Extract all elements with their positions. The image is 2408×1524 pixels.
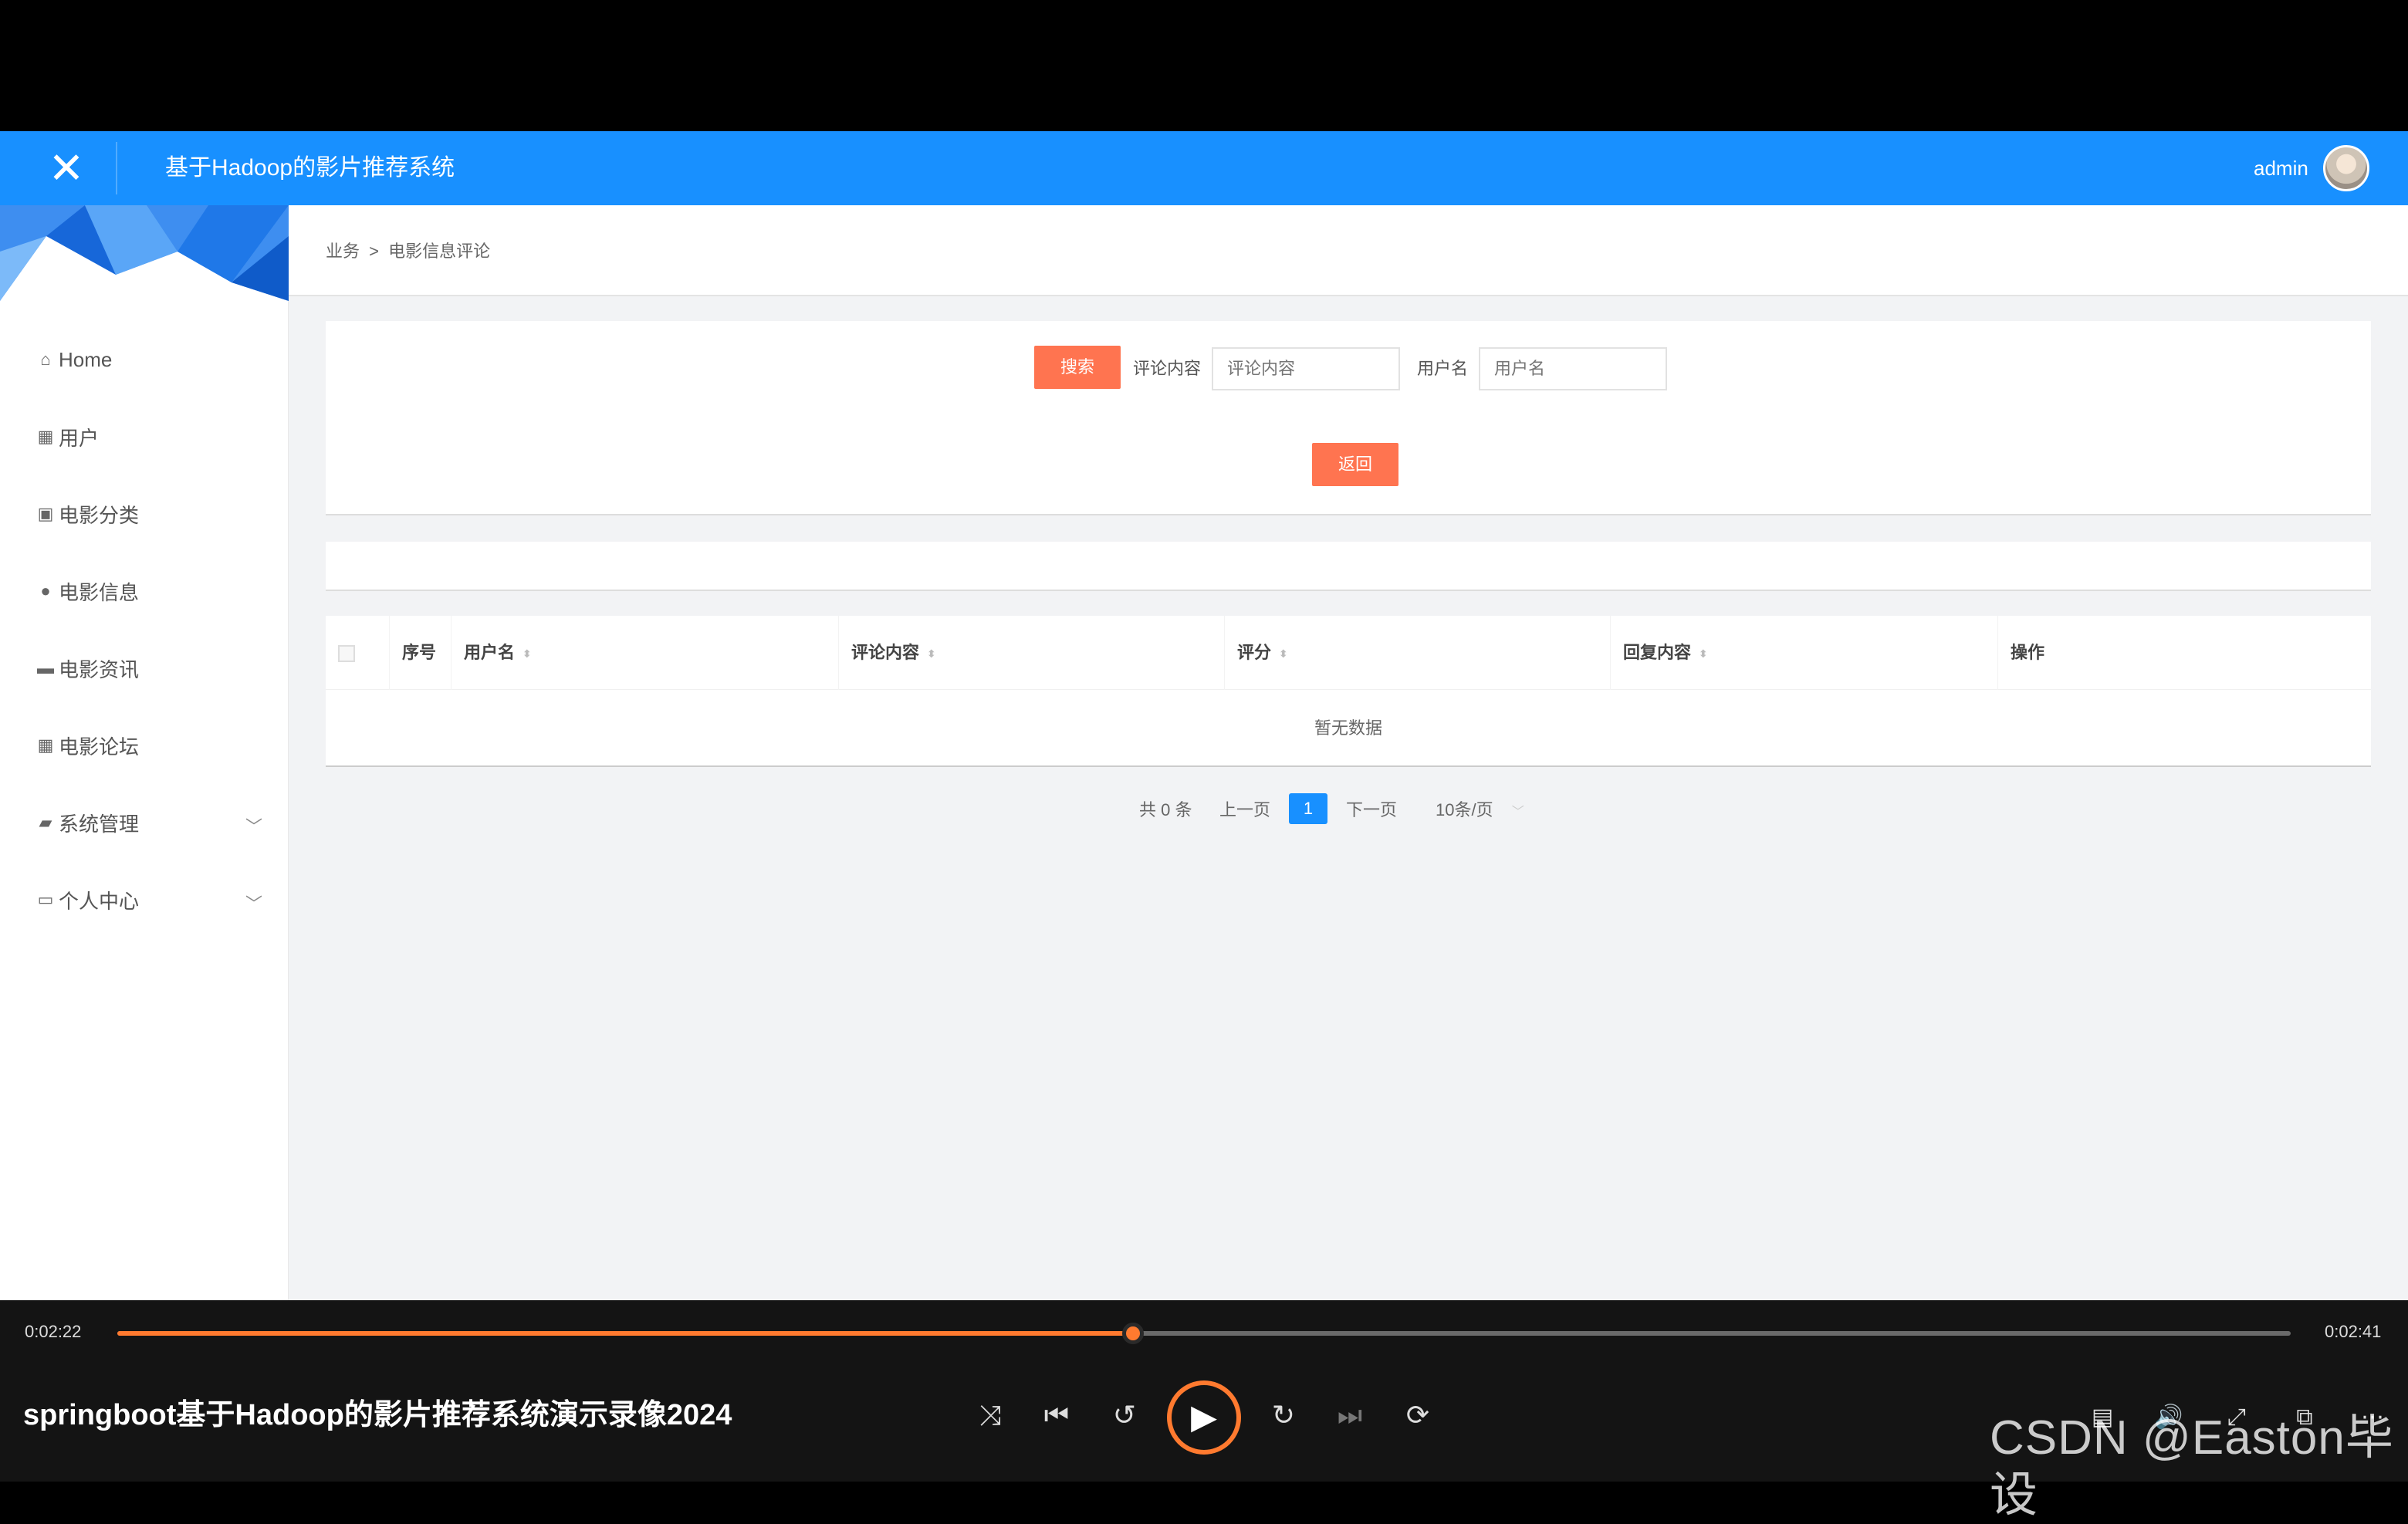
column-header-reply[interactable]: 回复内容 ⬍ (1610, 616, 1997, 690)
ticket-icon: ▰ (39, 813, 52, 832)
breadcrumb-bar: 业务 > 电影信息评论 (289, 205, 2408, 296)
select-all-checkbox[interactable] (338, 645, 355, 662)
pagination-page-current[interactable]: 1 (1289, 793, 1327, 824)
elapsed-time: 0:02:22 (25, 1322, 82, 1341)
forward-30-icon[interactable]: ↻ (1263, 1394, 1304, 1436)
sidebar-item-label: 系统管理 (59, 812, 140, 836)
toolbar-strip (326, 542, 2371, 591)
seek-bar-fill (117, 1331, 1133, 1336)
comment-input[interactable] (1212, 347, 1400, 390)
back-button[interactable]: 返回 (1312, 443, 1398, 486)
comment-label: 评论内容 (1133, 359, 1202, 378)
username-label: 用户名 (1417, 359, 1469, 378)
top-header: ✕ 基于Hadoop的影片推荐系统 admin (0, 131, 2408, 205)
column-header-label: 回复内容 (1623, 643, 1692, 662)
column-header-username[interactable]: 用户名 ⬍ (451, 616, 838, 690)
card-icon: ▭ (37, 890, 54, 909)
total-duration: 0:02:41 (2325, 1322, 2382, 1341)
grid-icon: ▦ (37, 735, 54, 755)
briefcase-icon: ▬ (37, 658, 54, 678)
sidebar-banner-graphic (0, 205, 289, 301)
sidebar-item-label: 用户 (59, 426, 100, 450)
comments-table: 序号 用户名 ⬍ 评论内容 ⬍ 评分 ⬍ 回复内容 ⬍ 操作 暂无数据 (326, 616, 2371, 767)
sidebar-item-movie-news[interactable]: ▬ 电影资讯 (0, 630, 289, 707)
sort-icon[interactable]: ⬍ (1699, 648, 1708, 659)
play-button[interactable]: ▶ (1167, 1380, 1241, 1455)
breadcrumb-current: 电影信息评论 (388, 242, 491, 261)
app-title: 基于Hadoop的影片推荐系统 (165, 155, 455, 181)
search-button[interactable]: 搜索 (1034, 346, 1121, 389)
sidebar-item-label: 个人中心 (59, 889, 140, 913)
watermark: CSDN @Easton毕设 (1990, 1411, 2394, 1522)
header-divider (116, 142, 117, 194)
column-header-comment[interactable]: 评论内容 ⬍ (838, 616, 1224, 690)
sidebar-item-movie-info[interactable]: ● 电影信息 (0, 552, 289, 630)
breadcrumb-parent[interactable]: 业务 (326, 242, 360, 261)
column-header-label: 评论内容 (851, 643, 920, 662)
column-header-label: 序号 (402, 643, 437, 662)
avatar[interactable] (2323, 145, 2369, 191)
pagination-prev[interactable]: 上一页 (1219, 795, 1270, 826)
sidebar-item-label: 电影分类 (59, 503, 140, 527)
column-header-label: 操作 (2011, 643, 2045, 662)
sidebar-item-home[interactable]: ⌂ Home (0, 321, 289, 398)
sidebar-item-label: Home (59, 347, 113, 371)
breadcrumb-separator: > (369, 242, 379, 261)
home-icon: ⌂ (40, 350, 51, 369)
sidebar-item-label: 电影信息 (59, 580, 140, 604)
next-icon[interactable]: ⏭ (1329, 1394, 1371, 1436)
seek-bar[interactable] (117, 1323, 2291, 1344)
column-header-rating[interactable]: 评分 ⬍ (1224, 616, 1610, 690)
empty-state: 暂无数据 (1314, 718, 1382, 738)
clipboard-icon: ▣ (37, 504, 54, 523)
username-input[interactable] (1479, 347, 1667, 390)
chevron-down-icon: ﹀ (245, 894, 262, 914)
sidebar-menu: ⌂ Home ▦ 用户 ▣ 电影分类 ● 电影信息 ▬ 电影资讯 ▦ 电影论坛 (0, 321, 289, 938)
shuffle-icon[interactable]: ⤨ (969, 1394, 1011, 1436)
video-letterbox-top (0, 0, 2408, 131)
sort-icon[interactable]: ⬍ (1279, 648, 1288, 659)
sidebar-item-label: 电影资讯 (59, 657, 140, 681)
sidebar-item-label: 电影论坛 (59, 735, 140, 759)
sidebar: ⌂ Home ▦ 用户 ▣ 电影分类 ● 电影信息 ▬ 电影资讯 ▦ 电影论坛 (0, 205, 289, 1300)
chevron-down-icon: ﹀ (1511, 806, 1524, 819)
chevron-down-icon: ﹀ (245, 817, 262, 836)
rewind-10-icon[interactable]: ↺ (1104, 1394, 1145, 1436)
app-window: ✕ 基于Hadoop的影片推荐系统 admin ⌂ Home ▦ 用户 ▣ 电影… (0, 131, 2408, 1300)
user-name[interactable]: admin (2254, 154, 2308, 182)
pagination-next[interactable]: 下一页 (1346, 795, 1397, 826)
sidebar-item-personal-center[interactable]: ▭ 个人中心 ﹀ (0, 861, 289, 938)
page-size-select[interactable]: 10条/页 ﹀ (1436, 795, 1524, 828)
seek-handle[interactable] (1122, 1323, 1144, 1344)
column-header-label: 用户名 (464, 643, 516, 662)
search-panel: 搜索 评论内容 用户名 返回 (326, 321, 2371, 515)
close-icon[interactable]: ✕ (43, 145, 90, 191)
table-header: 序号 用户名 ⬍ 评论内容 ⬍ 评分 ⬍ 回复内容 ⬍ 操作 (326, 616, 2371, 690)
grid-icon: ▦ (37, 427, 54, 446)
sidebar-item-users[interactable]: ▦ 用户 (0, 398, 289, 475)
previous-icon[interactable]: ⏮ (1036, 1394, 1077, 1436)
person-icon: ● (40, 581, 51, 600)
sort-icon[interactable]: ⬍ (927, 648, 936, 659)
pagination-total: 共 0 条 (1139, 800, 1192, 819)
column-header-index: 序号 (389, 616, 451, 690)
main-content: 业务 > 电影信息评论 搜索 评论内容 用户名 返回 序号 用户名 ⬍ (289, 205, 2408, 1300)
video-title: springboot基于Hadoop的影片推荐系统演示录像2024 (23, 1399, 732, 1431)
repeat-icon[interactable]: ⟳ (1397, 1394, 1439, 1436)
video-player-bar: 0:02:22 0:02:41 springboot基于Hadoop的影片推荐系… (0, 1300, 2408, 1522)
column-header-actions: 操作 (1997, 616, 2371, 690)
column-header-label: 评分 (1237, 643, 1272, 662)
breadcrumb: 业务 > 电影信息评论 (326, 238, 490, 262)
sort-icon[interactable]: ⬍ (523, 648, 532, 659)
sidebar-item-movie-category[interactable]: ▣ 电影分类 (0, 475, 289, 552)
sidebar-item-system-management[interactable]: ▰ 系统管理 ﹀ (0, 784, 289, 861)
sidebar-item-movie-forum[interactable]: ▦ 电影论坛 (0, 707, 289, 784)
page-size-value: 10条/页 (1436, 800, 1493, 819)
